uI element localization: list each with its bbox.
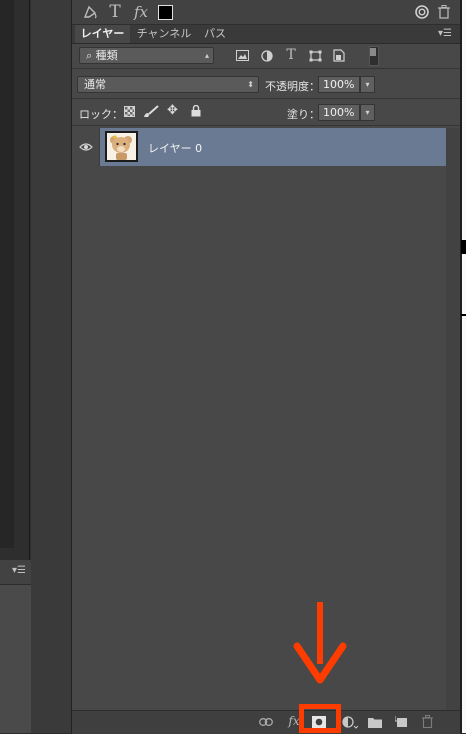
eye-icon — [79, 141, 93, 153]
type-icon[interactable]: T — [107, 2, 123, 22]
delete-layer-icon[interactable] — [420, 714, 434, 729]
lock-transparent-pixels-icon[interactable] — [124, 106, 135, 117]
fill-field[interactable]: 100% — [318, 104, 360, 121]
fill-dropdown-button[interactable]: ▾ — [360, 104, 375, 121]
layers-scrollbar[interactable] — [446, 128, 460, 710]
filter-type-icon[interactable]: T — [283, 46, 299, 63]
collapsed-panel — [0, 560, 31, 733]
panel-tab-bar — [72, 25, 460, 44]
lock-image-pixels-brush-icon[interactable] — [142, 104, 160, 118]
tab-paths[interactable]: パス — [200, 25, 230, 43]
panel-menu-icon[interactable]: ▾☰ — [12, 565, 26, 576]
filter-kind-select[interactable]: ⌕ 種類 ▴ — [79, 47, 214, 64]
lock-position-icon[interactable]: ✥ — [165, 103, 180, 118]
new-layer-icon[interactable] — [393, 715, 409, 729]
opacity-field[interactable]: 100% — [318, 76, 360, 93]
search-icon: ⌕ — [86, 49, 93, 62]
opacity-dropdown-button[interactable]: ▾ — [360, 76, 375, 93]
filter-kind-label: 種類 — [95, 49, 118, 62]
updown-arrow-icon: ⬍ — [247, 80, 254, 89]
trash-icon[interactable] — [437, 4, 451, 20]
document-content-mark — [461, 240, 466, 254]
canvas-edge — [0, 0, 14, 548]
panel-menu-icon[interactable]: ▾☰ — [438, 28, 452, 39]
blend-mode-value: 通常 — [84, 78, 106, 91]
tab-layers[interactable]: レイヤー — [75, 25, 130, 43]
collapsed-panel-header: ▾☰ — [0, 560, 31, 585]
layer-thumbnail[interactable] — [105, 131, 138, 162]
updown-arrow-icon: ▴ — [204, 51, 209, 60]
document-window-edge — [462, 0, 466, 733]
panel-dock-gap — [31, 0, 72, 733]
creative-cloud-icon[interactable] — [413, 4, 431, 20]
row-divider — [72, 125, 460, 126]
fx-icon[interactable]: fx — [131, 3, 151, 21]
filter-pixel-icon[interactable] — [234, 48, 250, 63]
filter-shape-icon[interactable] — [307, 48, 323, 63]
layer-name[interactable]: レイヤー 0 — [148, 140, 202, 156]
link-layers-icon[interactable] — [258, 715, 274, 729]
lock-all-icon[interactable] — [189, 104, 202, 118]
color-swatch-icon[interactable] — [158, 5, 173, 20]
row-divider — [72, 68, 460, 69]
layer-visibility-toggle[interactable] — [72, 128, 100, 166]
opacity-label: 不透明度： — [265, 80, 320, 93]
new-group-icon[interactable] — [367, 715, 383, 729]
filter-smart-object-icon[interactable] — [331, 48, 347, 63]
fill-label: 塗り： — [287, 108, 320, 121]
adjustment-layer-icon[interactable] — [341, 715, 359, 729]
row-divider — [72, 98, 460, 99]
filter-adjustment-icon[interactable] — [259, 48, 275, 63]
annotation-highlight-box — [299, 704, 341, 733]
filter-toggle-switch[interactable] — [369, 46, 379, 66]
document-content-mark — [461, 314, 466, 316]
annotation-arrow-icon — [293, 642, 347, 684]
tab-channels[interactable]: チャンネル — [133, 25, 195, 43]
blend-mode-select[interactable]: 通常 ⬍ — [77, 76, 259, 93]
bear-thumbnail-icon — [107, 133, 136, 160]
paint-bucket-icon[interactable] — [82, 4, 100, 20]
lock-label: ロック： — [79, 108, 123, 121]
